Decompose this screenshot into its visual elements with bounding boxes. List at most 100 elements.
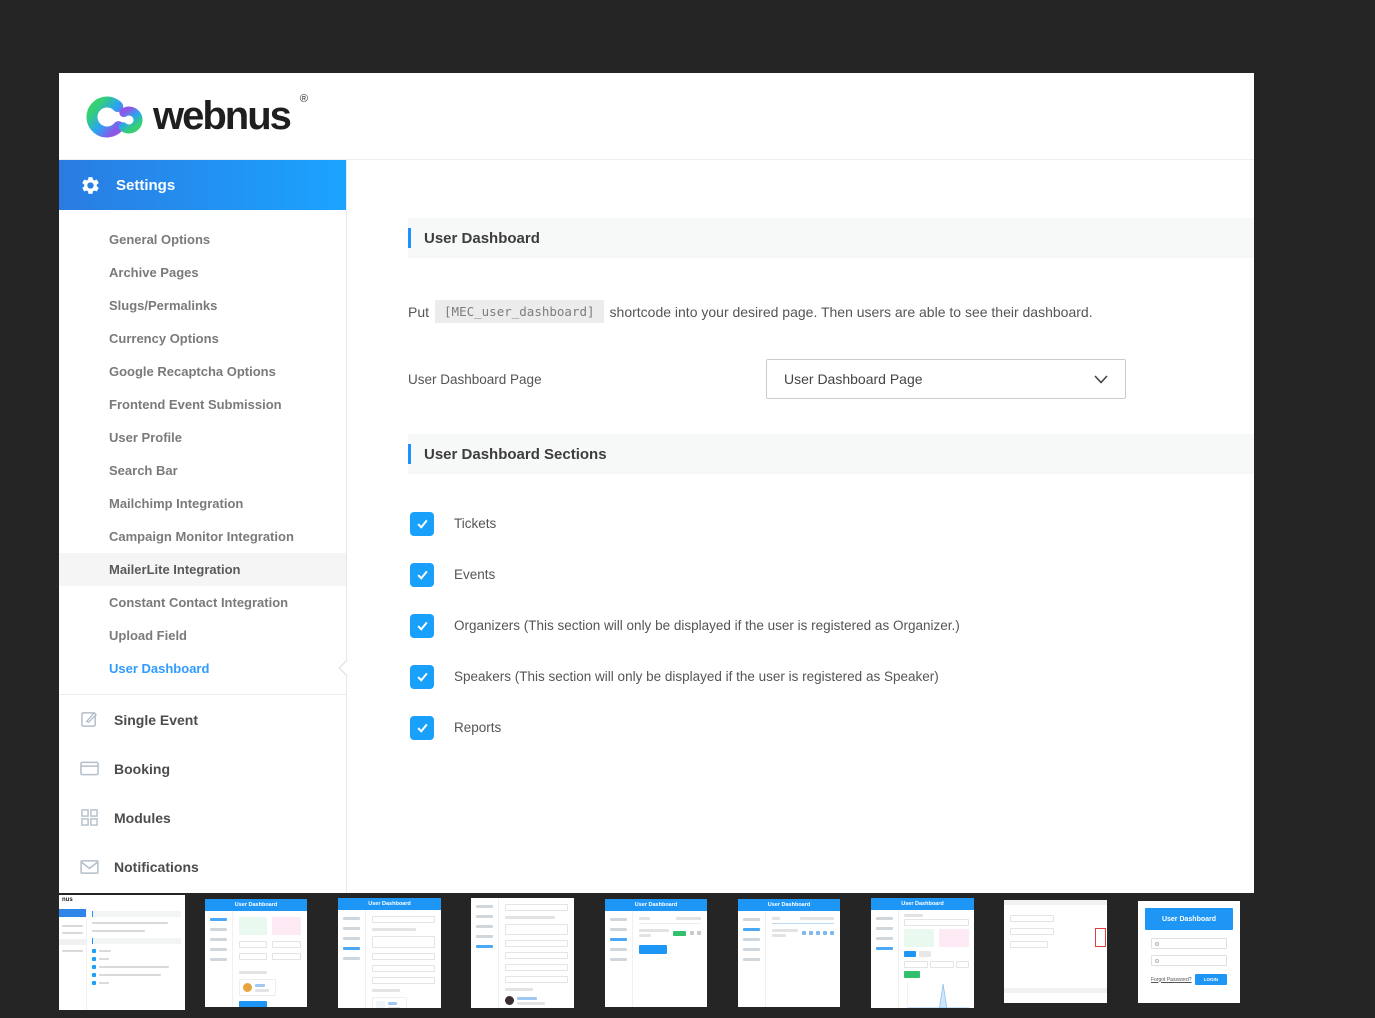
- thumb-checkbox: [91, 957, 96, 961]
- thumb-icon: [816, 931, 820, 935]
- sidebar-section-single-event[interactable]: Single Event: [59, 695, 347, 744]
- thumbnail-settings-page[interactable]: nus: [59, 895, 185, 1010]
- thumb-nav-item: [610, 938, 627, 941]
- thumb-nav-item: [743, 928, 760, 931]
- check-icon: [416, 621, 428, 631]
- thumb-red-highlight: [1095, 928, 1106, 947]
- thumbnail-dashboard-speaker-form[interactable]: [471, 898, 574, 1008]
- thumb-content: [1004, 905, 1107, 963]
- sidebar-section-modules[interactable]: Modules: [59, 793, 347, 842]
- thumbnail-dashboard-organizer-form[interactable]: User Dashboard: [338, 898, 441, 1008]
- thumb-ticket-row: [771, 929, 834, 937]
- thumb-nav-item: [343, 947, 360, 950]
- sidebar-item-campaign-monitor[interactable]: Campaign Monitor Integration: [59, 520, 347, 553]
- thumb-input: [929, 961, 954, 968]
- sidebar-item-archive-pages[interactable]: Archive Pages: [59, 256, 347, 289]
- events-label: Events: [454, 567, 496, 582]
- key-icon: [1155, 958, 1159, 963]
- thumb-toggle-buttons: [903, 951, 969, 957]
- thumb-decor-line: [91, 930, 146, 932]
- edit-icon: [79, 710, 99, 730]
- thumbnail-dashboard-events[interactable]: User Dashboard: [605, 899, 707, 1007]
- notifications-label: Notifications: [114, 858, 199, 875]
- thumb-input: [371, 977, 435, 984]
- speakers-label: Speakers (This section will only be disp…: [454, 669, 939, 684]
- thumbnail-dashboard-tickets[interactable]: User Dashboard: [738, 899, 840, 1007]
- thumb-icon: [809, 931, 813, 935]
- thumb-section-band: [91, 938, 182, 944]
- organizers-checkbox[interactable]: [410, 613, 434, 638]
- thumb-sidebar: [205, 911, 233, 1007]
- thumb-login-card: User Dashboard Forgot Password? LOGIN: [1138, 901, 1240, 992]
- thumb-input: [272, 941, 301, 948]
- sidebar-section-booking[interactable]: Booking: [59, 744, 347, 793]
- thumb-body: [471, 898, 574, 1008]
- sidebar-item-slugs-permalinks[interactable]: Slugs/Permalinks: [59, 289, 347, 322]
- thumb-decor-line: [638, 929, 669, 932]
- sidebar-item-upload-field[interactable]: Upload Field: [59, 619, 347, 652]
- thumbnail-dashboard-reports[interactable]: User Dashboard: [871, 898, 974, 1008]
- thumb-body: [605, 911, 707, 1007]
- sidebar-item-mailchimp[interactable]: Mailchimp Integration: [59, 487, 347, 520]
- sidebar-section-notifications[interactable]: Notifications: [59, 842, 347, 891]
- reports-label: Reports: [454, 720, 502, 735]
- section-header-user-dashboard: User Dashboard: [408, 218, 1254, 258]
- thumb-input: [504, 940, 568, 947]
- reports-checkbox[interactable]: [410, 715, 434, 740]
- sidebar-item-google-recaptcha[interactable]: Google Recaptcha Options: [59, 355, 347, 388]
- sidebar-item-currency-options[interactable]: Currency Options: [59, 322, 347, 355]
- thumb-input: [504, 976, 568, 983]
- organizers-label: Organizers (This section will only be di…: [454, 618, 960, 633]
- thumb-row-icons: [690, 931, 701, 935]
- events-checkbox[interactable]: [410, 562, 434, 587]
- sidebar-item-constant-contact[interactable]: Constant Contact Integration: [59, 586, 347, 619]
- thumb-decor-line: [516, 1001, 545, 1005]
- thumb-decor-line: [254, 988, 269, 992]
- envelope-icon: [79, 857, 99, 877]
- single-event-label: Single Event: [114, 711, 199, 728]
- thumb-body: [338, 910, 441, 1008]
- thumb-sidebar: [605, 911, 633, 1007]
- sidebar-item-user-dashboard[interactable]: User Dashboard: [59, 652, 347, 685]
- sidebar-header-settings[interactable]: Settings: [59, 160, 347, 210]
- thumb-field-row: [238, 953, 301, 965]
- dashboard-page-select[interactable]: User Dashboard Page: [766, 359, 1126, 399]
- thumb-checkbox: [91, 973, 96, 977]
- tickets-checkbox[interactable]: [410, 511, 434, 536]
- person-icon: [1155, 941, 1159, 946]
- thumb-add-new-button: [638, 945, 667, 954]
- thumb-decor-line: [62, 932, 83, 934]
- sidebar-item-user-profile[interactable]: User Profile: [59, 421, 347, 454]
- thumb-decor-line: [371, 989, 401, 992]
- webnus-logo: webnus ®: [85, 90, 308, 142]
- webnus-logo-icon: [86, 96, 143, 138]
- screen: webnus ® Settings General Options Archiv…: [0, 0, 1375, 1018]
- sidebar-item-general-options[interactable]: General Options: [59, 223, 347, 256]
- sidebar-item-mailerlite[interactable]: MailerLite Integration: [59, 553, 347, 586]
- check-row-speakers: Speakers (This section will only be disp…: [410, 651, 1254, 702]
- sidebar-item-frontend-event-submission[interactable]: Frontend Event Submission: [59, 388, 347, 421]
- thumb-decor-line: [91, 922, 168, 924]
- thumb-nav-item: [610, 928, 627, 931]
- speakers-checkbox[interactable]: [410, 664, 434, 689]
- thumb-input: [371, 916, 435, 923]
- check-icon: [416, 570, 428, 580]
- thumb-sidebar: [738, 911, 766, 1007]
- thumb-table-header: [771, 917, 834, 920]
- thumb-decor-line: [504, 916, 556, 919]
- thumb-input: [903, 961, 928, 968]
- thumb-username-field: [1151, 938, 1227, 949]
- thumb-login-title: User Dashboard: [1145, 908, 1233, 930]
- thumbnail-annotated-form[interactable]: [1004, 900, 1107, 1003]
- thumbnail-dashboard-profile[interactable]: User Dashboard: [205, 899, 307, 1007]
- thumb-nav-item: [210, 928, 227, 931]
- thumb-nav-item: [743, 948, 760, 951]
- sidebar-item-search-bar[interactable]: Search Bar: [59, 454, 347, 487]
- thumbnail-dashboard-login[interactable]: User Dashboard Forgot Password? LOGIN: [1138, 901, 1240, 1003]
- thumb-header: User Dashboard: [871, 898, 974, 910]
- thumb-nav-item: [876, 937, 893, 940]
- thumb-nav-item: [476, 945, 493, 948]
- thumb-nav-item: [476, 915, 493, 918]
- registered-mark: ®: [299, 93, 309, 105]
- thumb-nav-item: [343, 957, 360, 960]
